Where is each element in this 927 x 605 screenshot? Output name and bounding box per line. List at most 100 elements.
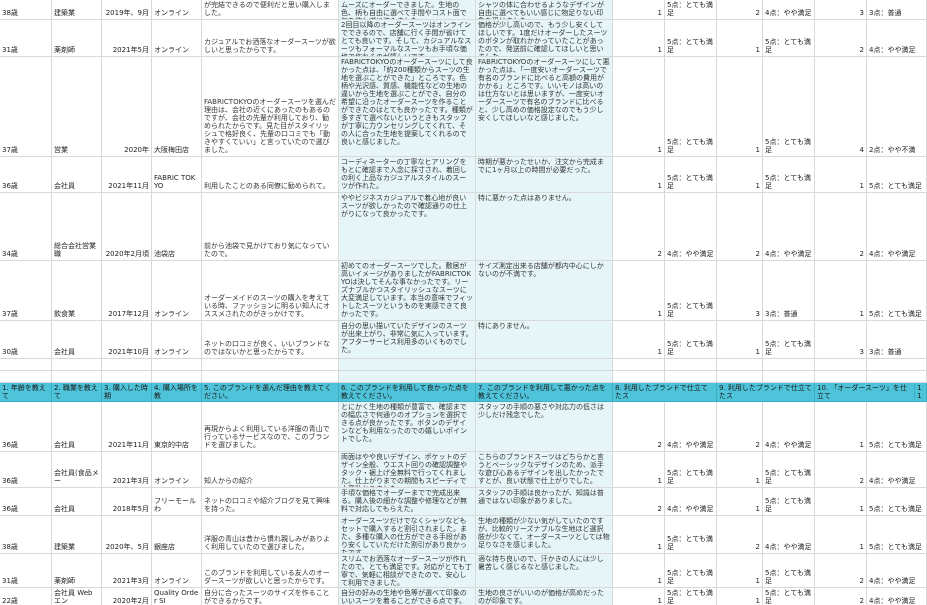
cell-q8t[interactable]: 4点：やや満足 bbox=[665, 402, 717, 451]
cell-age[interactable]: 22歳 bbox=[0, 588, 52, 605]
cell-q9t[interactable]: 5点：とても満足 bbox=[763, 554, 815, 587]
cell-good[interactable]: 初めてのオーダースーツでした。敷居が高いイメージがありましたがFABRICTOK… bbox=[339, 261, 476, 320]
cell-good[interactable]: スリムでお洒落なオーダースーツが作れたので、とても満足です。対応がとても丁寧で、… bbox=[339, 554, 476, 587]
cell-job[interactable] bbox=[52, 371, 102, 382]
cell-reason[interactable]: ネットの口コミが良く、いいブランドなのではないかと思ったからです。 bbox=[202, 321, 339, 358]
cell-place[interactable]: FABRIC TOKYO bbox=[152, 157, 202, 192]
cell-q9[interactable]: 1 bbox=[717, 488, 763, 515]
cell-q10[interactable]: 2 bbox=[815, 193, 867, 260]
cell-reason[interactable]: FABRICTOKYOのオーダースーツを選んだ理由は、会社の近くにあったのもある… bbox=[202, 57, 339, 156]
cell-job[interactable]: 会社員 Webエン bbox=[52, 588, 102, 605]
cell-good[interactable]: ややビジネスカジュアルで着心地が良いスーツが欲しかったので確認通りの仕上がりにな… bbox=[339, 193, 476, 260]
column-header-c8[interactable]: 8. 利用したブランドで仕立てたス bbox=[613, 383, 717, 401]
cell-q8[interactable]: 1 bbox=[613, 261, 665, 320]
cell-q9t[interactable]: 5点：とても満足 bbox=[763, 157, 815, 192]
cell-date[interactable]: 2017年12月 bbox=[102, 261, 152, 320]
table-row[interactable]: 22歳 会社員 Webエン 2020年2月 Quality Order SI 自分に合っ… bbox=[0, 588, 927, 605]
cell-q8[interactable]: 2 bbox=[613, 402, 665, 451]
cell-bad[interactable] bbox=[476, 359, 613, 370]
cell-reason[interactable]: 洋服の青山は昔から慣れ親しみがありよく利用していたので選びました。 bbox=[202, 516, 339, 553]
column-header-c6[interactable]: 6. このブランドを利用して良かった点を教えてください。 bbox=[339, 383, 476, 401]
cell-good[interactable]: 自分の好みの生地や色等が選べて印象のいいスーツを着ることができる点です。 bbox=[339, 588, 476, 605]
cell-good[interactable]: 2回目以降のオーダースーツはオンラインでできるので、店舗に行く手間が省けてとても… bbox=[339, 20, 476, 56]
cell-place[interactable]: Quality Order SI bbox=[152, 588, 202, 605]
cell-place[interactable] bbox=[152, 359, 202, 370]
cell-q8[interactable]: 1 bbox=[613, 57, 665, 156]
cell-bad[interactable]: スタッフの手順は良かったが、知識は普通ではない印象がありました。 bbox=[476, 488, 613, 515]
cell-job[interactable]: 薬剤師 bbox=[52, 554, 102, 587]
cell-q10[interactable]: 3 bbox=[815, 0, 867, 19]
cell-q10[interactable]: 2 bbox=[815, 554, 867, 587]
cell-age[interactable]: 37歳 bbox=[0, 57, 52, 156]
cell-q8[interactable] bbox=[613, 371, 665, 382]
cell-q10t[interactable]: 3点：普通 bbox=[867, 0, 927, 19]
cell-job[interactable] bbox=[52, 359, 102, 370]
cell-reason[interactable] bbox=[202, 359, 339, 370]
cell-good[interactable]: 手頃な価格でオーダーまでで完成出来る。購入後の細かな調整や修理などが無料で対応し… bbox=[339, 488, 476, 515]
cell-age[interactable]: 36歳 bbox=[0, 402, 52, 451]
cell-q8[interactable]: 1 bbox=[613, 452, 665, 487]
column-header-c9[interactable]: 9. 利用したブランドで仕立てたス bbox=[717, 383, 815, 401]
cell-q9[interactable] bbox=[717, 359, 763, 370]
cell-date[interactable]: 2021年3月 bbox=[102, 554, 152, 587]
cell-job[interactable]: 会社員 bbox=[52, 488, 102, 515]
cell-q10t[interactable]: 2点：やや不満 bbox=[867, 57, 927, 156]
column-header-c7[interactable]: 7. このブランドを利用して悪かった点を教えてください。 bbox=[476, 383, 613, 401]
cell-reason[interactable]: ネットの口コミや紹介ブログを見て興味を持った。 bbox=[202, 488, 339, 515]
cell-q8[interactable]: 2 bbox=[613, 193, 665, 260]
cell-bad[interactable]: こちらのブランドスーツはどちらかと言うとベーシックなデザインのため、派手な遊び心… bbox=[476, 452, 613, 487]
cell-reason[interactable] bbox=[202, 371, 339, 382]
cell-reason[interactable]: カジュアルでお洒落なオーダースーツが欲しいと思ったからです。 bbox=[202, 20, 339, 56]
cell-age[interactable]: 36歳 bbox=[0, 488, 52, 515]
cell-q10t[interactable] bbox=[867, 359, 927, 370]
cell-q9t[interactable] bbox=[763, 371, 815, 382]
cell-q9[interactable]: 1 bbox=[717, 321, 763, 358]
column-header-c4[interactable]: 4. 購入場所を教 bbox=[152, 383, 202, 401]
cell-bad[interactable]: 適な持ち良いので、汗かきの人には少し暑苦しく感じるなと感じました。 bbox=[476, 554, 613, 587]
cell-bad[interactable]: FABRICTOKYOのオーダースーツにして悪かった点は、「一度安いオーダースー… bbox=[476, 57, 613, 156]
cell-q9t[interactable]: 5点：とても満足 bbox=[763, 57, 815, 156]
table-row[interactable]: 36歳 会社員 2021年11月 東京的中店 再現からよく利用している洋服の青山で行って… bbox=[0, 402, 927, 452]
cell-q8t[interactable]: 5点：とても満足 bbox=[665, 516, 717, 553]
cell-q10t[interactable]: 4点：やや満足 bbox=[867, 554, 927, 587]
cell-job[interactable]: 建築業 bbox=[52, 516, 102, 553]
cell-good[interactable]: FABRICTOKYOのオーダースーツにして良かった点は、「約200種類からスー… bbox=[339, 57, 476, 156]
cell-q8t[interactable]: 5点：とても満足 bbox=[665, 0, 717, 19]
cell-q10[interactable]: 1 bbox=[815, 157, 867, 192]
cell-q9[interactable]: 2 bbox=[717, 516, 763, 553]
cell-date[interactable]: 2021年3月 bbox=[102, 452, 152, 487]
cell-q8t[interactable] bbox=[665, 371, 717, 382]
cell-q9[interactable]: 1 bbox=[717, 57, 763, 156]
cell-q9t[interactable]: 5点：とても満足 bbox=[763, 588, 815, 605]
cell-date[interactable]: 2020年、5月 bbox=[102, 516, 152, 553]
cell-q9[interactable]: 2 bbox=[717, 0, 763, 19]
cell-date[interactable] bbox=[102, 371, 152, 382]
cell-good[interactable] bbox=[339, 371, 476, 382]
cell-q8[interactable]: 1 bbox=[613, 0, 665, 19]
cell-q10t[interactable]: 5点：とても満足 bbox=[867, 516, 927, 553]
cell-q10t[interactable]: 3点：普通 bbox=[867, 321, 927, 358]
cell-age[interactable]: 31歳 bbox=[0, 554, 52, 587]
cell-date[interactable]: 2021年11月 bbox=[102, 402, 152, 451]
cell-q9t[interactable]: 4点：やや満足 bbox=[763, 0, 815, 19]
cell-q8[interactable]: 2 bbox=[613, 488, 665, 515]
cell-q9t[interactable]: 3点：普通 bbox=[763, 261, 815, 320]
cell-date[interactable]: 2021年10月 bbox=[102, 321, 152, 358]
cell-reason[interactable]: 知人からの紹介 bbox=[202, 452, 339, 487]
column-header-c2[interactable]: 2. 職業を教えて bbox=[52, 383, 102, 401]
cell-place[interactable]: オンライン bbox=[152, 321, 202, 358]
cell-q10[interactable]: 2 bbox=[815, 20, 867, 56]
cell-q9t[interactable]: 4点：やや満足 bbox=[763, 402, 815, 451]
cell-place[interactable]: オンライン bbox=[152, 452, 202, 487]
cell-age[interactable]: 36歳 bbox=[0, 157, 52, 192]
cell-age[interactable]: 34歳 bbox=[0, 193, 52, 260]
cell-age[interactable]: 38歳 bbox=[0, 516, 52, 553]
cell-q9[interactable]: 1 bbox=[717, 588, 763, 605]
cell-job[interactable]: 薬剤師 bbox=[52, 20, 102, 56]
cell-reason[interactable]: オーダーメイドのスーツの購入を考えている時、ファッションに明るい知人にオススメさ… bbox=[202, 261, 339, 320]
cell-place[interactable]: 池袋店 bbox=[152, 193, 202, 260]
cell-q9[interactable]: 1 bbox=[717, 20, 763, 56]
cell-date[interactable]: 2020年 bbox=[102, 57, 152, 156]
cell-bad[interactable]: 特にありません。 bbox=[476, 321, 613, 358]
cell-q9t[interactable]: 5点：とても満足 bbox=[763, 488, 815, 515]
